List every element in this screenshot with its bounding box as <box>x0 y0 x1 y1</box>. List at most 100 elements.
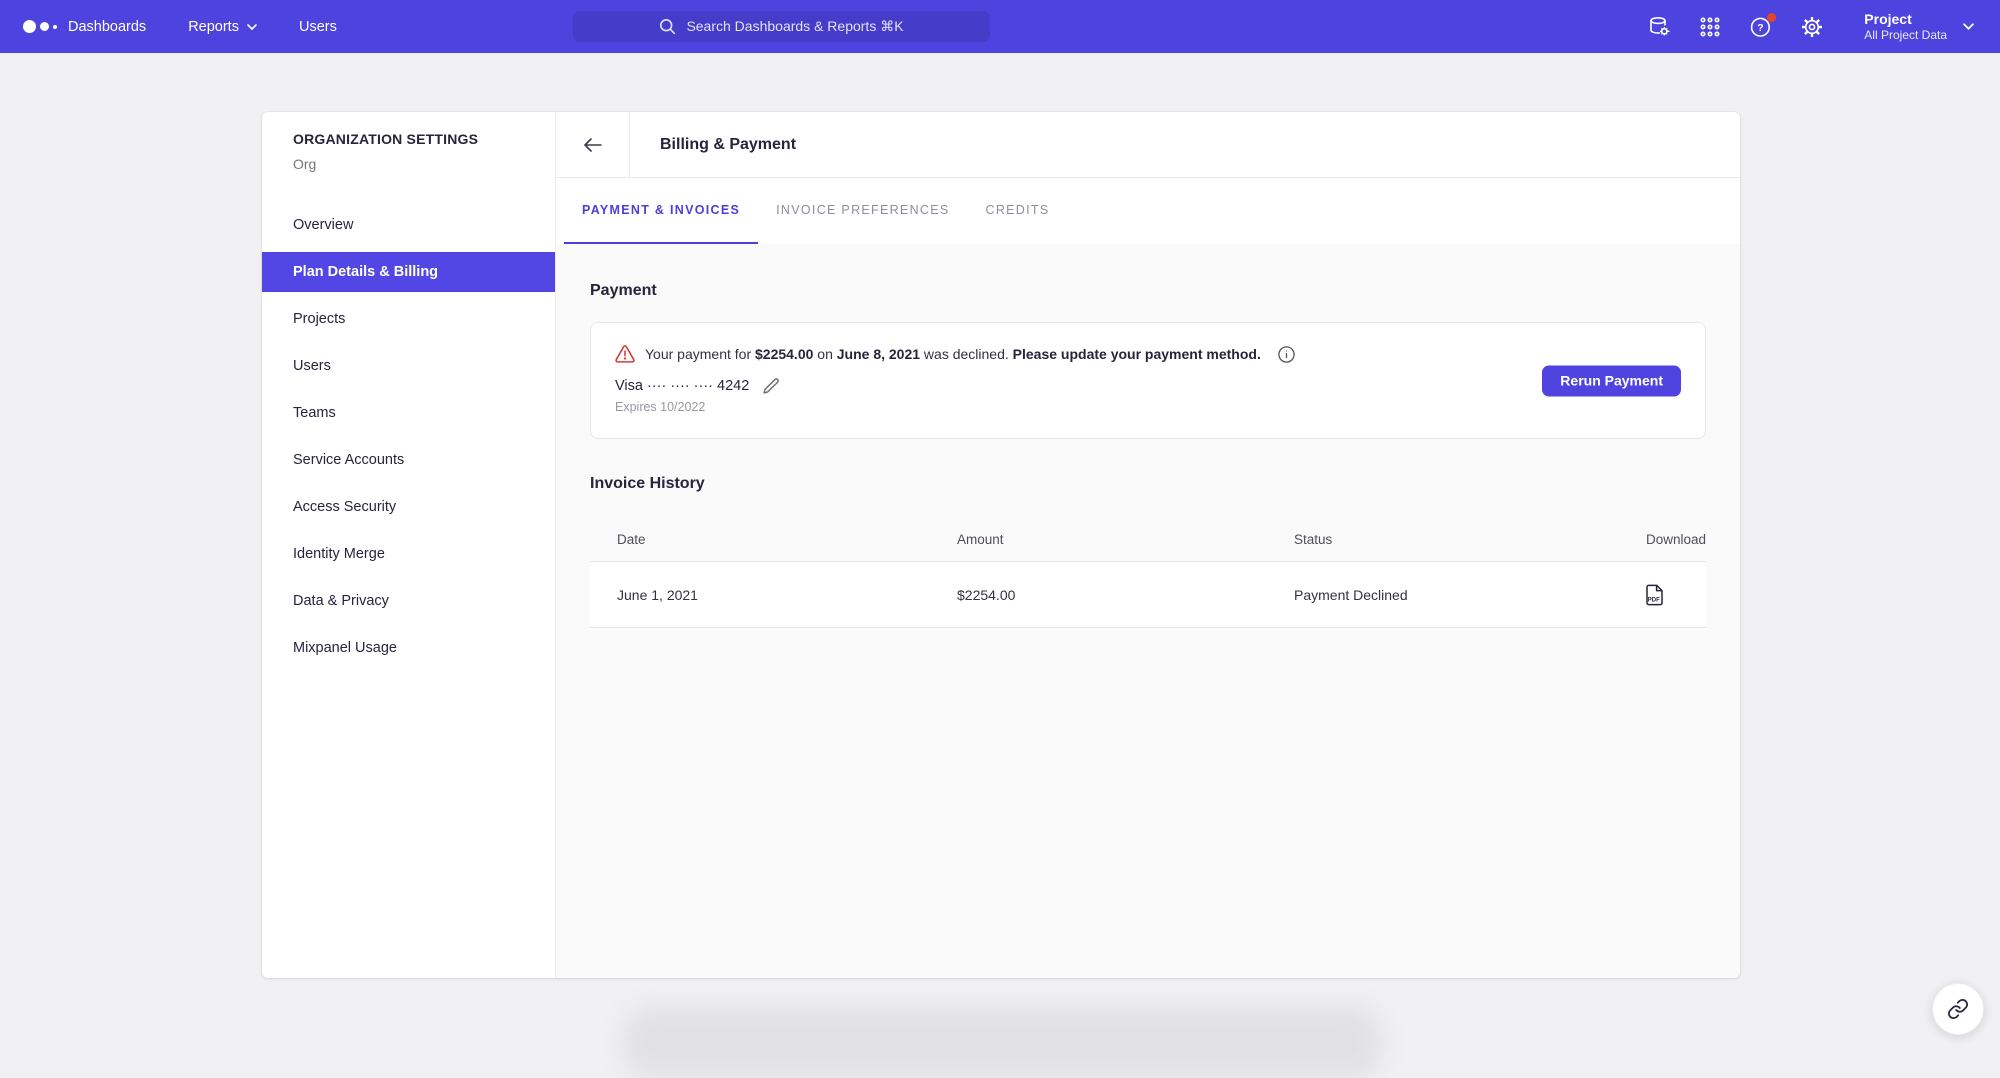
nav-item-label: Users <box>299 19 337 35</box>
invoice-amount: $2254.00 <box>957 587 1294 603</box>
organization-settings-card: ORGANIZATION SETTINGS Org Overview Plan … <box>262 112 1740 978</box>
column-header-download: Download <box>1586 532 1706 547</box>
logo-dot-large <box>23 20 36 33</box>
search-placeholder: Search Dashboards & Reports ⌘K <box>686 18 903 35</box>
logo-dot-medium <box>40 22 49 31</box>
data-management-button[interactable] <box>1646 14 1672 40</box>
sidebar-item-label: Teams <box>293 405 336 421</box>
project-label: Project <box>1864 11 1947 28</box>
chevron-down-icon <box>1963 23 1974 30</box>
payment-method-card: Your payment for $2254.00 on June 8, 202… <box>590 322 1706 439</box>
payment-section-title: Payment <box>590 282 1706 300</box>
sidebar-item-service-accounts[interactable]: Service Accounts <box>262 440 555 480</box>
sidebar-menu: Overview Plan Details & Billing Projects… <box>262 205 555 668</box>
svg-text:PDF: PDF <box>1648 597 1660 603</box>
bottom-shadow-blob <box>625 1008 1380 1078</box>
invoice-download-cell: PDF <box>1586 584 1706 606</box>
page-header: Billing & Payment <box>556 112 1740 178</box>
sidebar-item-projects[interactable]: Projects <box>262 299 555 339</box>
invoice-table-header: Date Amount Status Download <box>590 517 1706 562</box>
rerun-payment-button[interactable]: Rerun Payment <box>1542 365 1681 396</box>
top-navigation-bar: Dashboards Reports Users Search Dashboar… <box>0 0 2000 53</box>
global-search-input[interactable]: Search Dashboards & Reports ⌘K <box>573 11 990 42</box>
billing-tabs: PAYMENT & INVOICES INVOICE PREFERENCES C… <box>556 178 1740 244</box>
alert-info-button[interactable] <box>1278 346 1295 363</box>
tab-label: CREDITS <box>986 203 1050 217</box>
pdf-file-icon: PDF <box>1645 584 1664 606</box>
tab-label: INVOICE PREFERENCES <box>776 203 949 217</box>
share-link-button[interactable] <box>1932 983 1984 1035</box>
apps-grid-button[interactable] <box>1697 14 1723 40</box>
topbar-right-controls: ? Project All Project Data <box>1646 0 1974 53</box>
invoice-history-title: Invoice History <box>590 475 1706 493</box>
column-header-amount: Amount <box>957 532 1294 547</box>
warning-triangle-icon <box>615 345 635 363</box>
sidebar-item-label: Plan Details & Billing <box>293 264 438 280</box>
search-icon <box>659 18 676 35</box>
settings-main-pane: Billing & Payment PAYMENT & INVOICES INV… <box>556 112 1740 978</box>
card-expiry: Expires 10/2022 <box>615 400 1681 414</box>
settings-sidebar: ORGANIZATION SETTINGS Org Overview Plan … <box>262 112 556 978</box>
sidebar-item-overview[interactable]: Overview <box>262 205 555 245</box>
sidebar-item-data-privacy[interactable]: Data & Privacy <box>262 581 555 621</box>
column-header-status: Status <box>1294 532 1586 547</box>
sidebar-item-label: Identity Merge <box>293 546 385 562</box>
link-icon <box>1947 998 1969 1020</box>
logo-dot-small <box>53 25 57 29</box>
mixpanel-logo[interactable] <box>23 0 57 53</box>
invoice-table: Date Amount Status Download June 1, 2021… <box>590 517 1706 628</box>
apps-grid-icon <box>1698 15 1722 39</box>
sidebar-item-identity-merge[interactable]: Identity Merge <box>262 534 555 574</box>
sidebar-item-label: Projects <box>293 311 345 327</box>
help-button[interactable]: ? <box>1748 14 1774 40</box>
project-switcher[interactable]: Project All Project Data <box>1864 11 1974 43</box>
page-title: Billing & Payment <box>660 136 796 154</box>
nav-item-label: Dashboards <box>68 19 146 35</box>
tab-content: Payment Your payment for $2254.00 on Jun… <box>556 244 1740 978</box>
nav-item-users[interactable]: Users <box>299 19 337 35</box>
tab-payment-invoices[interactable]: PAYMENT & INVOICES <box>564 178 758 244</box>
invoice-status: Payment Declined <box>1294 587 1586 603</box>
declined-date: June 8, 2021 <box>837 346 920 362</box>
sidebar-item-label: Mixpanel Usage <box>293 640 397 656</box>
nav-item-reports[interactable]: Reports <box>188 19 257 35</box>
invoice-row: June 1, 2021 $2254.00 Payment Declined P… <box>590 562 1706 628</box>
back-button[interactable] <box>556 112 630 177</box>
sidebar-item-teams[interactable]: Teams <box>262 393 555 433</box>
nav-item-dashboards[interactable]: Dashboards <box>68 19 146 35</box>
tab-label: PAYMENT & INVOICES <box>582 203 740 217</box>
invoice-date: June 1, 2021 <box>617 587 957 603</box>
sidebar-item-mixpanel-usage[interactable]: Mixpanel Usage <box>262 628 555 668</box>
project-value: All Project Data <box>1864 28 1947 43</box>
settings-button[interactable] <box>1799 14 1825 40</box>
alert-action-text: Please update your payment method. <box>1013 346 1261 362</box>
settings-gear-icon <box>1800 15 1824 39</box>
alert-text: Your payment for $2254.00 on June 8, 202… <box>645 346 1261 362</box>
sidebar-header: ORGANIZATION SETTINGS Org <box>262 131 555 172</box>
project-switcher-text: Project All Project Data <box>1864 11 1947 43</box>
sidebar-item-users[interactable]: Users <box>262 346 555 386</box>
payment-declined-alert: Your payment for $2254.00 on June 8, 202… <box>615 345 1681 363</box>
chevron-down-icon <box>247 24 257 30</box>
svg-text:?: ? <box>1757 22 1763 34</box>
invoice-history-section: Invoice History Date Amount Status Downl… <box>590 475 1706 628</box>
primary-nav: Dashboards Reports Users <box>68 0 337 53</box>
column-header-date: Date <box>617 532 957 547</box>
edit-pencil-icon <box>762 377 780 395</box>
nav-item-label: Reports <box>188 19 239 35</box>
sidebar-item-label: Data & Privacy <box>293 593 389 609</box>
credit-card-display: Visa ···· ···· ···· 4242 <box>615 378 749 394</box>
tab-invoice-preferences[interactable]: INVOICE PREFERENCES <box>758 178 967 244</box>
declined-amount: $2254.00 <box>755 346 813 362</box>
download-pdf-button[interactable]: PDF <box>1645 584 1664 606</box>
credit-card-row: Visa ···· ···· ···· 4242 <box>615 377 1681 395</box>
sidebar-item-label: Service Accounts <box>293 452 404 468</box>
edit-card-button[interactable] <box>762 377 780 395</box>
info-icon <box>1278 346 1295 363</box>
tab-credits[interactable]: CREDITS <box>968 178 1068 244</box>
sidebar-item-label: Users <box>293 358 331 374</box>
sidebar-item-label: Access Security <box>293 499 396 515</box>
sidebar-item-access-security[interactable]: Access Security <box>262 487 555 527</box>
sidebar-item-plan-details-billing[interactable]: Plan Details & Billing <box>262 252 555 292</box>
back-arrow-icon <box>584 138 602 152</box>
